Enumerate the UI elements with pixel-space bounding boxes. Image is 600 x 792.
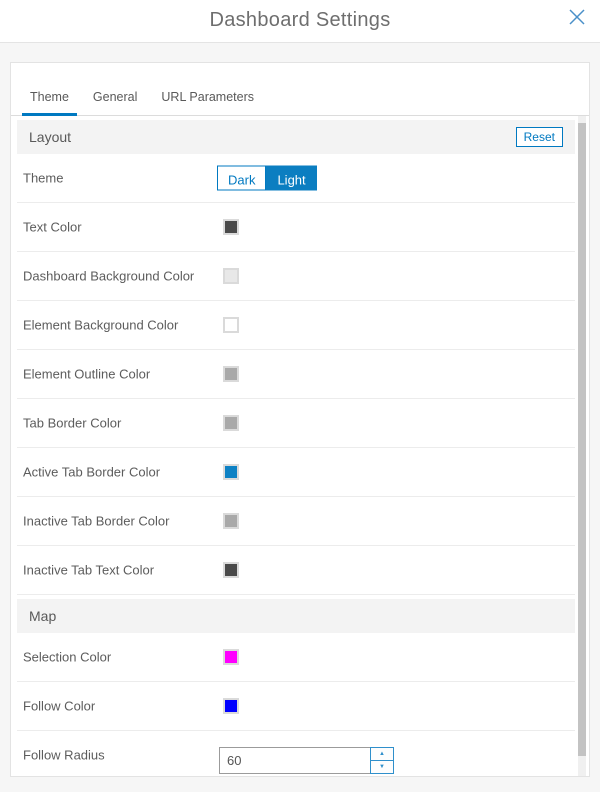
setting-label: Text Color: [23, 220, 82, 235]
tab-general[interactable]: General: [85, 90, 145, 116]
dashboard-background-color-row: Dashboard Background Color: [17, 252, 575, 301]
map-section-title: Map: [29, 608, 56, 624]
theme-toggle: Dark Light: [217, 166, 317, 191]
follow-color-row: Follow Color: [17, 682, 575, 731]
setting-label: Selection Color: [23, 650, 111, 665]
follow-radius-input[interactable]: [219, 747, 394, 774]
dashboard-background-color-swatch[interactable]: [223, 268, 239, 284]
theme-row-label: Theme: [23, 171, 63, 186]
follow-radius-field: ▲ ▼: [219, 747, 394, 774]
inactive-tab-text-color-row: Inactive Tab Text Color: [17, 546, 575, 595]
settings-panel: Theme General URL Parameters Layout Rese…: [10, 62, 590, 777]
dialog-title: Dashboard Settings: [0, 0, 600, 40]
element-outline-color-swatch[interactable]: [223, 366, 239, 382]
setting-label: Element Outline Color: [23, 367, 150, 382]
active-tab-border-color-swatch[interactable]: [223, 464, 239, 480]
follow-radius-row: Follow Radius ▲ ▼: [17, 731, 575, 777]
element-background-color-swatch[interactable]: [223, 317, 239, 333]
active-tab-border-color-row: Active Tab Border Color: [17, 448, 575, 497]
element-background-color-row: Element Background Color: [17, 301, 575, 350]
setting-label: Inactive Tab Border Color: [23, 514, 169, 529]
map-section-header: Map: [17, 599, 575, 633]
scrollbar-track[interactable]: [578, 116, 586, 776]
follow-color-swatch[interactable]: [223, 698, 239, 714]
tab-url-parameters[interactable]: URL Parameters: [153, 90, 262, 116]
dialog-titlebar: Dashboard Settings: [0, 0, 600, 43]
setting-label: Tab Border Color: [23, 416, 121, 431]
theme-dark-button[interactable]: Dark: [217, 166, 266, 191]
stepper-up-button[interactable]: ▲: [370, 747, 394, 761]
theme-row: Theme Dark Light: [17, 154, 575, 203]
theme-light-button[interactable]: Light: [266, 166, 316, 191]
stepper-down-button[interactable]: ▼: [370, 760, 394, 774]
setting-label: Follow Color: [23, 699, 95, 714]
close-icon: [567, 15, 587, 30]
text-color-swatch[interactable]: [223, 219, 239, 235]
setting-label: Follow Radius: [23, 748, 105, 763]
chevron-down-icon: ▼: [379, 764, 385, 770]
tab-theme[interactable]: Theme: [22, 90, 77, 116]
reset-button[interactable]: Reset: [516, 127, 563, 147]
setting-label: Dashboard Background Color: [23, 269, 194, 284]
tab-bar: Theme General URL Parameters: [11, 63, 589, 116]
follow-radius-stepper: ▲ ▼: [370, 747, 394, 774]
inactive-tab-border-color-swatch[interactable]: [223, 513, 239, 529]
close-button[interactable]: [567, 7, 587, 27]
text-color-row: Text Color: [17, 203, 575, 252]
selection-color-row: Selection Color: [17, 633, 575, 682]
setting-label: Active Tab Border Color: [23, 465, 160, 480]
scrollbar-thumb[interactable]: [578, 123, 586, 756]
layout-section-title: Layout: [29, 129, 71, 145]
selection-color-swatch[interactable]: [223, 649, 239, 665]
element-outline-color-row: Element Outline Color: [17, 350, 575, 399]
chevron-up-icon: ▲: [379, 751, 385, 757]
setting-label: Element Background Color: [23, 318, 178, 333]
inactive-tab-text-color-swatch[interactable]: [223, 562, 239, 578]
layout-section-header: Layout Reset: [17, 120, 575, 154]
inactive-tab-border-color-row: Inactive Tab Border Color: [17, 497, 575, 546]
tab-border-color-swatch[interactable]: [223, 415, 239, 431]
tab-border-color-row: Tab Border Color: [17, 399, 575, 448]
setting-label: Inactive Tab Text Color: [23, 563, 154, 578]
